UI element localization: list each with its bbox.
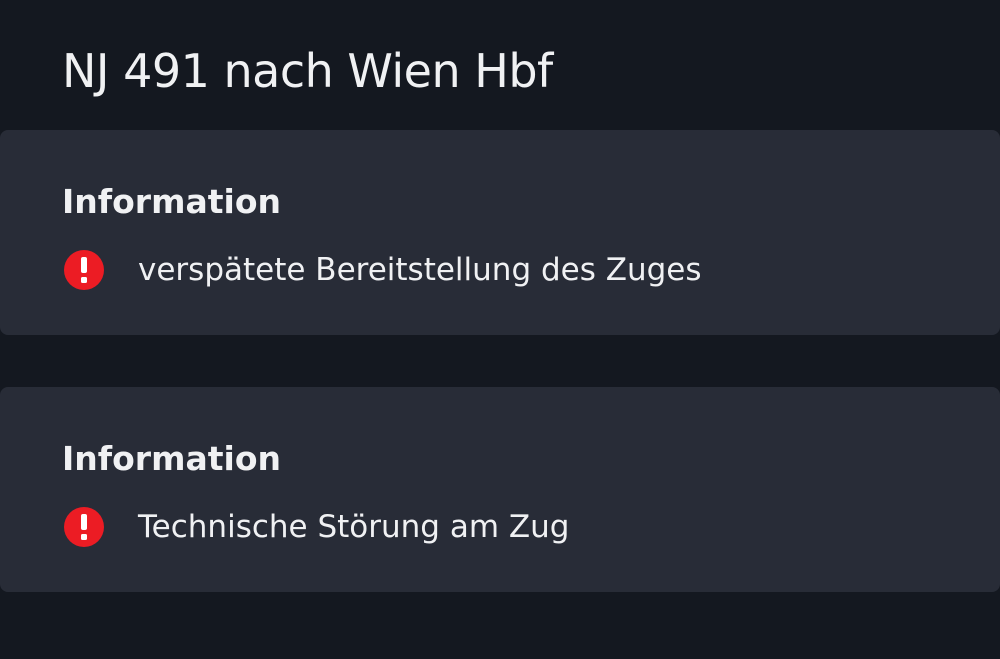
card-heading: Information xyxy=(62,182,281,221)
info-message-row: Technische Störung am Zug xyxy=(62,505,569,549)
alert-icon xyxy=(62,248,106,292)
page-title: NJ 491 nach Wien Hbf xyxy=(62,44,553,98)
info-message-row: verspätete Bereitstellung des Zuges xyxy=(62,248,702,292)
info-card: Information verspätete Bereitstellung de… xyxy=(0,130,1000,335)
card-heading: Information xyxy=(62,439,281,478)
info-message-text: verspätete Bereitstellung des Zuges xyxy=(138,252,702,288)
info-message-text: Technische Störung am Zug xyxy=(138,509,570,545)
info-card: Information Technische Störung am Zug xyxy=(0,387,1000,592)
alert-icon xyxy=(62,505,106,549)
